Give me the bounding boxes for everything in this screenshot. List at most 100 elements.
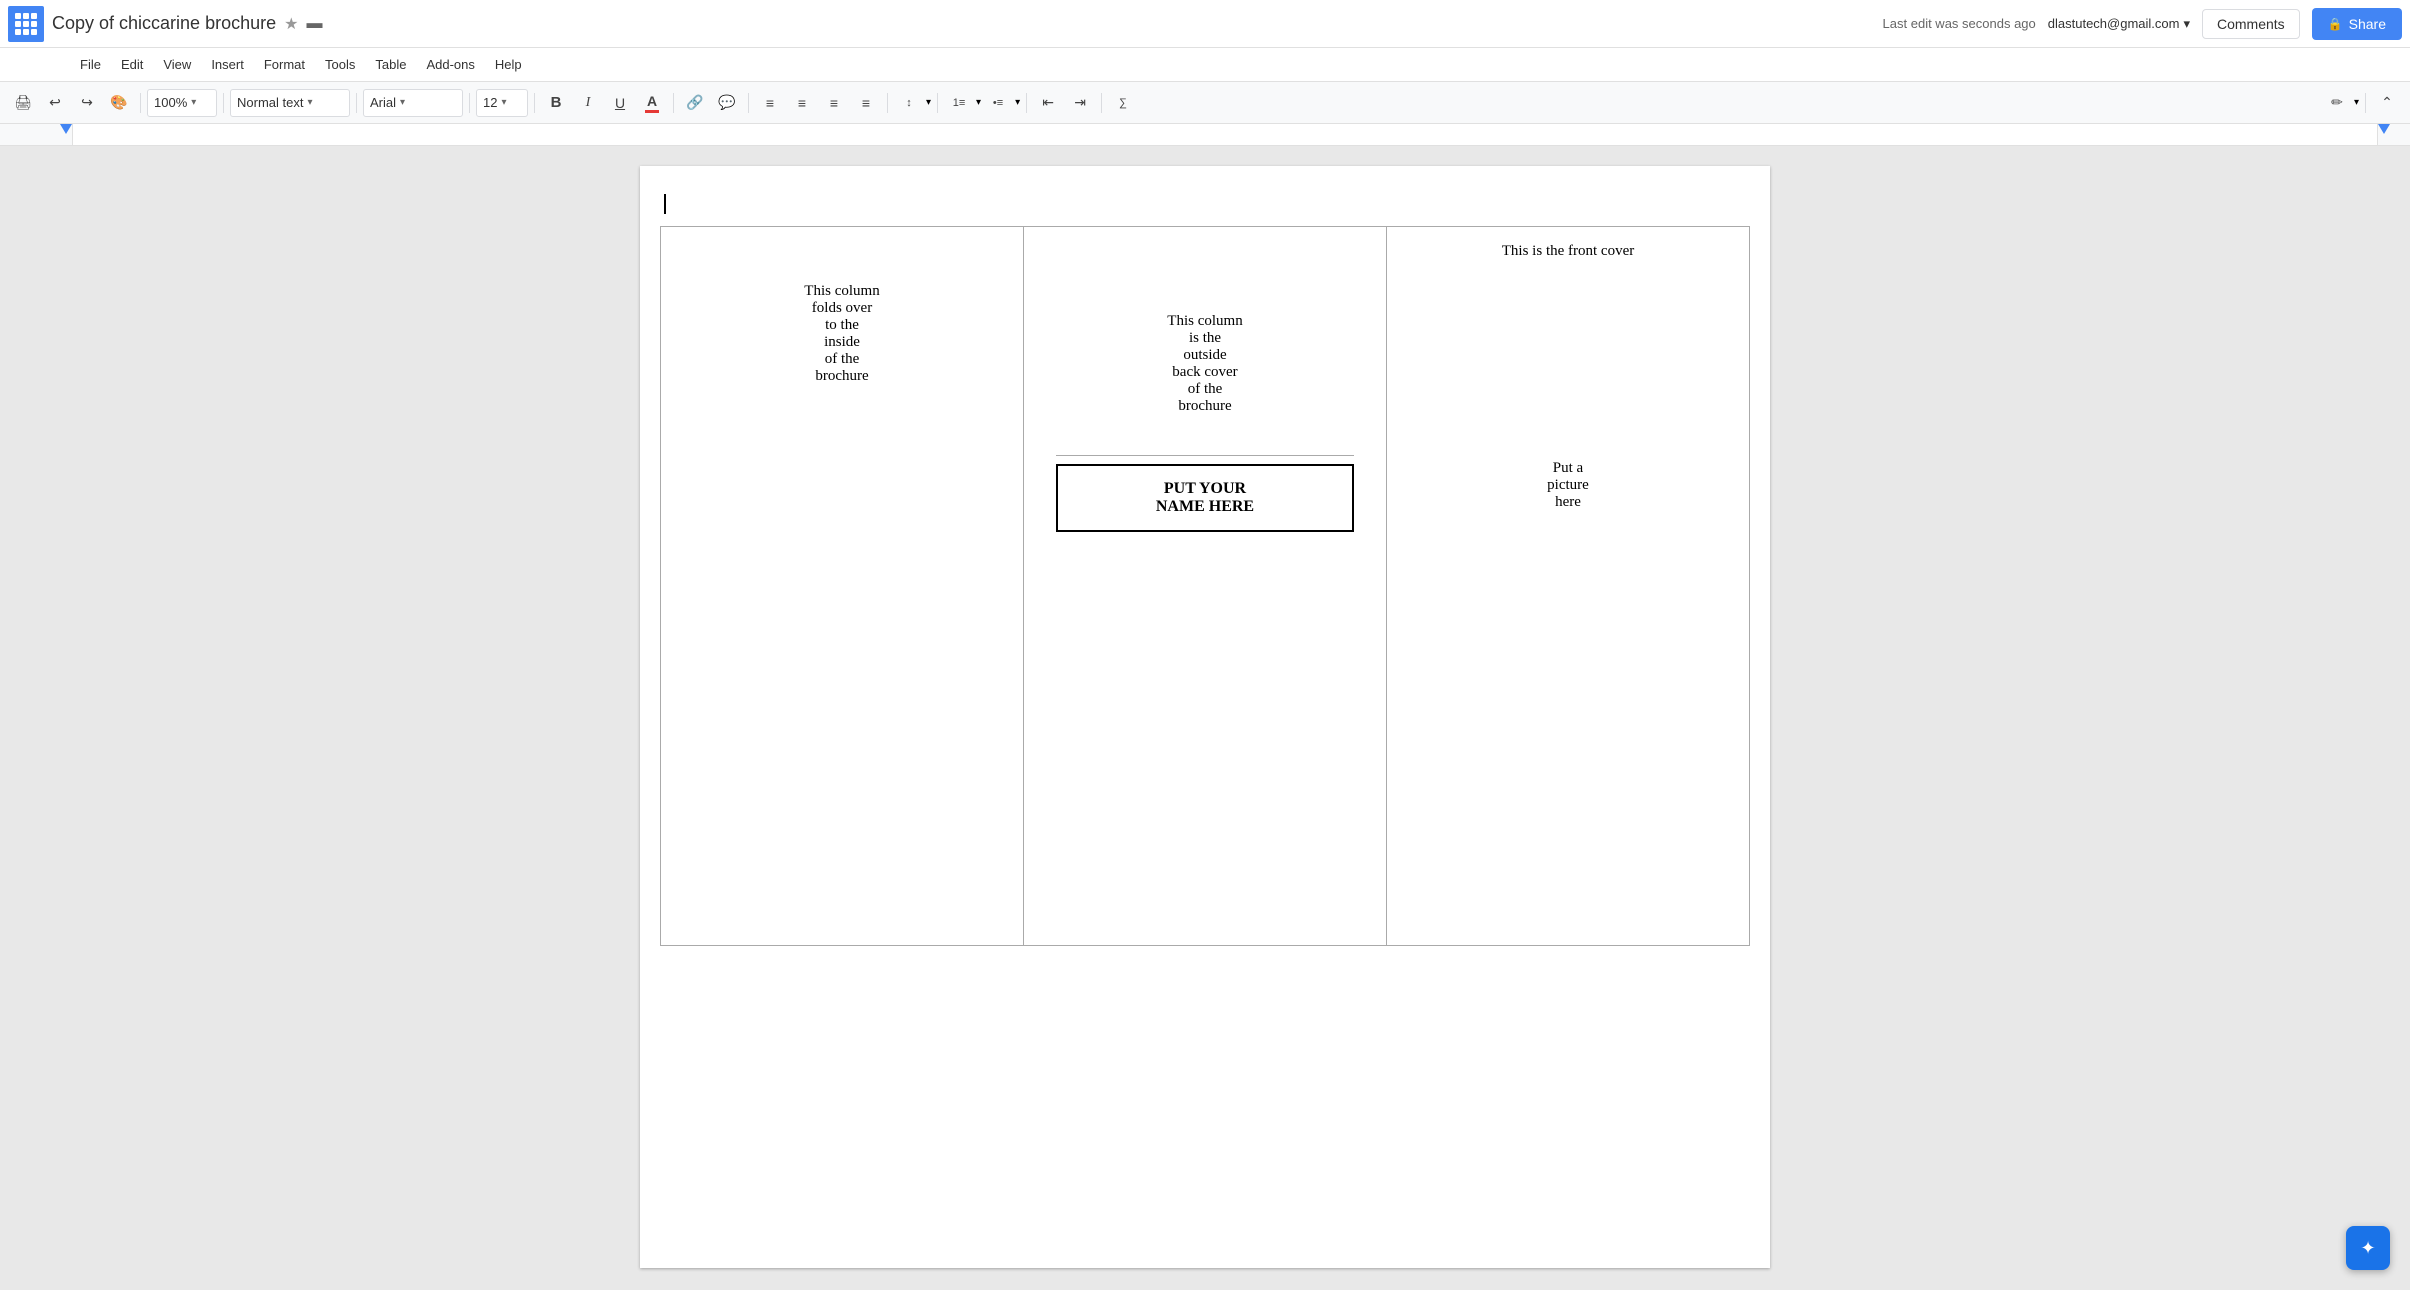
menu-insert[interactable]: Insert: [203, 53, 252, 76]
draw-button[interactable]: ✏: [2322, 88, 2352, 118]
separator-line: [1056, 455, 1354, 456]
menu-edit[interactable]: Edit: [113, 53, 151, 76]
style-dropdown[interactable]: Normal text ▾: [230, 89, 350, 117]
line-spacing-button[interactable]: ↕: [894, 88, 924, 118]
separator: [673, 93, 674, 113]
align-left-button[interactable]: ≡: [755, 88, 785, 118]
size-value: 12: [483, 95, 497, 110]
font-value: Arial: [370, 95, 396, 110]
font-dropdown[interactable]: Arial ▾: [363, 89, 463, 117]
separator: [887, 93, 888, 113]
menu-bar: File Edit View Insert Format Tools Table…: [0, 48, 2410, 82]
google-apps-button[interactable]: [8, 6, 44, 42]
text-color-label: A: [647, 93, 657, 109]
brochure-table: This columnfolds overto theinsideof theb…: [660, 226, 1750, 946]
ruler-inner: [72, 124, 2378, 145]
menu-view[interactable]: View: [155, 53, 199, 76]
comment-button[interactable]: 💬: [712, 88, 742, 118]
picture-here-text: Put apicturehere: [1403, 460, 1733, 511]
paint-format-button[interactable]: 🎨: [104, 88, 134, 118]
col-middle-bottom: [1040, 532, 1370, 732]
user-email: dlastutech@gmail.com: [2048, 16, 2180, 31]
separator: [534, 93, 535, 113]
doc-title-area: Copy of chiccarine brochure ★ ▬: [52, 13, 1883, 34]
align-center-button[interactable]: ≡: [787, 88, 817, 118]
separator: [140, 93, 141, 113]
menu-help[interactable]: Help: [487, 53, 530, 76]
size-arrow: ▾: [501, 97, 506, 108]
col-left-text: This columnfolds overto theinsideof theb…: [677, 243, 1007, 385]
size-dropdown[interactable]: 12 ▾: [476, 89, 528, 117]
increase-indent-button[interactable]: ⇥: [1065, 88, 1095, 118]
formula-button[interactable]: ∑: [1108, 88, 1138, 118]
brochure-col-right[interactable]: This is the front cover Put apicturehere: [1387, 227, 1750, 946]
star-icon[interactable]: ★: [284, 14, 298, 34]
redo-button[interactable]: ↪: [72, 88, 102, 118]
numbered-list-arrow[interactable]: ▾: [976, 97, 981, 108]
zoom-value: 100%: [154, 95, 187, 110]
document-area[interactable]: This columnfolds overto theinsideof theb…: [0, 146, 2410, 1288]
top-right-area: Last edit was seconds ago dlastutech@gma…: [1883, 8, 2402, 40]
italic-button[interactable]: I: [573, 88, 603, 118]
ruler-marker-right: [2378, 124, 2390, 134]
separator: [469, 93, 470, 113]
underline-button[interactable]: U: [605, 88, 635, 118]
separator: [748, 93, 749, 113]
decrease-indent-button[interactable]: ⇤: [1033, 88, 1063, 118]
share-label: Share: [2349, 16, 2386, 32]
col-middle-top-text: This columnis theoutsideback coverof the…: [1060, 283, 1350, 435]
link-button[interactable]: 🔗: [680, 88, 710, 118]
lock-icon: 🔒: [2328, 17, 2343, 31]
justify-button[interactable]: ≡: [851, 88, 881, 118]
brochure-col-left[interactable]: This columnfolds overto theinsideof theb…: [661, 227, 1024, 946]
menu-addons[interactable]: Add-ons: [418, 53, 482, 76]
numbered-list-button[interactable]: 1≡: [944, 88, 974, 118]
share-button[interactable]: 🔒 Share: [2312, 8, 2402, 40]
text-color-button[interactable]: A: [637, 88, 667, 118]
align-right-button[interactable]: ≡: [819, 88, 849, 118]
text-color-bar: [645, 110, 659, 113]
top-bar: Copy of chiccarine brochure ★ ▬ Last edi…: [0, 0, 2410, 48]
separator: [356, 93, 357, 113]
print-button[interactable]: 🖨: [8, 88, 38, 118]
separator: [223, 93, 224, 113]
comments-button[interactable]: Comments: [2202, 9, 2300, 39]
toolbar: 🖨 ↩ ↪ 🎨 100% ▾ Normal text ▾ Arial ▾ 12 …: [0, 82, 2410, 124]
menu-format[interactable]: Format: [256, 53, 313, 76]
separator: [1026, 93, 1027, 113]
user-account[interactable]: dlastutech@gmail.com ▾: [2048, 16, 2190, 32]
undo-button[interactable]: ↩: [40, 88, 70, 118]
separator: [1101, 93, 1102, 113]
bullet-list-arrow[interactable]: ▾: [1015, 97, 1020, 108]
menu-tools[interactable]: Tools: [317, 53, 363, 76]
front-cover-text: This is the front cover: [1403, 243, 1733, 260]
document-title[interactable]: Copy of chiccarine brochure: [52, 13, 276, 34]
name-box[interactable]: PUT YOURNAME HERE: [1056, 464, 1354, 532]
ruler-marker-left: [60, 124, 72, 134]
bullet-list-button[interactable]: •≡: [983, 88, 1013, 118]
document-page: This columnfolds overto theinsideof theb…: [640, 166, 1770, 1268]
menu-file[interactable]: File: [72, 53, 109, 76]
name-box-text: PUT YOURNAME HERE: [1156, 480, 1254, 515]
ruler: [0, 124, 2410, 146]
font-arrow: ▾: [400, 97, 405, 108]
menu-table[interactable]: Table: [367, 53, 414, 76]
line-spacing-arrow[interactable]: ▾: [926, 97, 931, 108]
last-edit-status: Last edit was seconds ago: [1883, 16, 2036, 31]
zoom-dropdown[interactable]: 100% ▾: [147, 89, 217, 117]
ai-assistant-button[interactable]: ✦: [2346, 1226, 2390, 1270]
bold-button[interactable]: B: [541, 88, 571, 118]
style-value: Normal text: [237, 95, 303, 110]
name-box-wrapper: PUT YOURNAME HERE: [1040, 464, 1370, 532]
user-dropdown-icon: ▾: [2183, 16, 2190, 32]
col-middle-top: This columnis theoutsideback coverof the…: [1040, 243, 1370, 455]
draw-arrow[interactable]: ▾: [2354, 97, 2359, 108]
collapse-toolbar-button[interactable]: ⌃: [2372, 88, 2402, 118]
zoom-arrow: ▾: [191, 97, 196, 108]
folder-icon[interactable]: ▬: [306, 15, 322, 33]
text-cursor: [664, 194, 666, 214]
separator: [937, 93, 938, 113]
separator: [2365, 93, 2366, 113]
brochure-col-middle[interactable]: This columnis theoutsideback coverof the…: [1024, 227, 1387, 946]
style-arrow: ▾: [307, 97, 312, 108]
